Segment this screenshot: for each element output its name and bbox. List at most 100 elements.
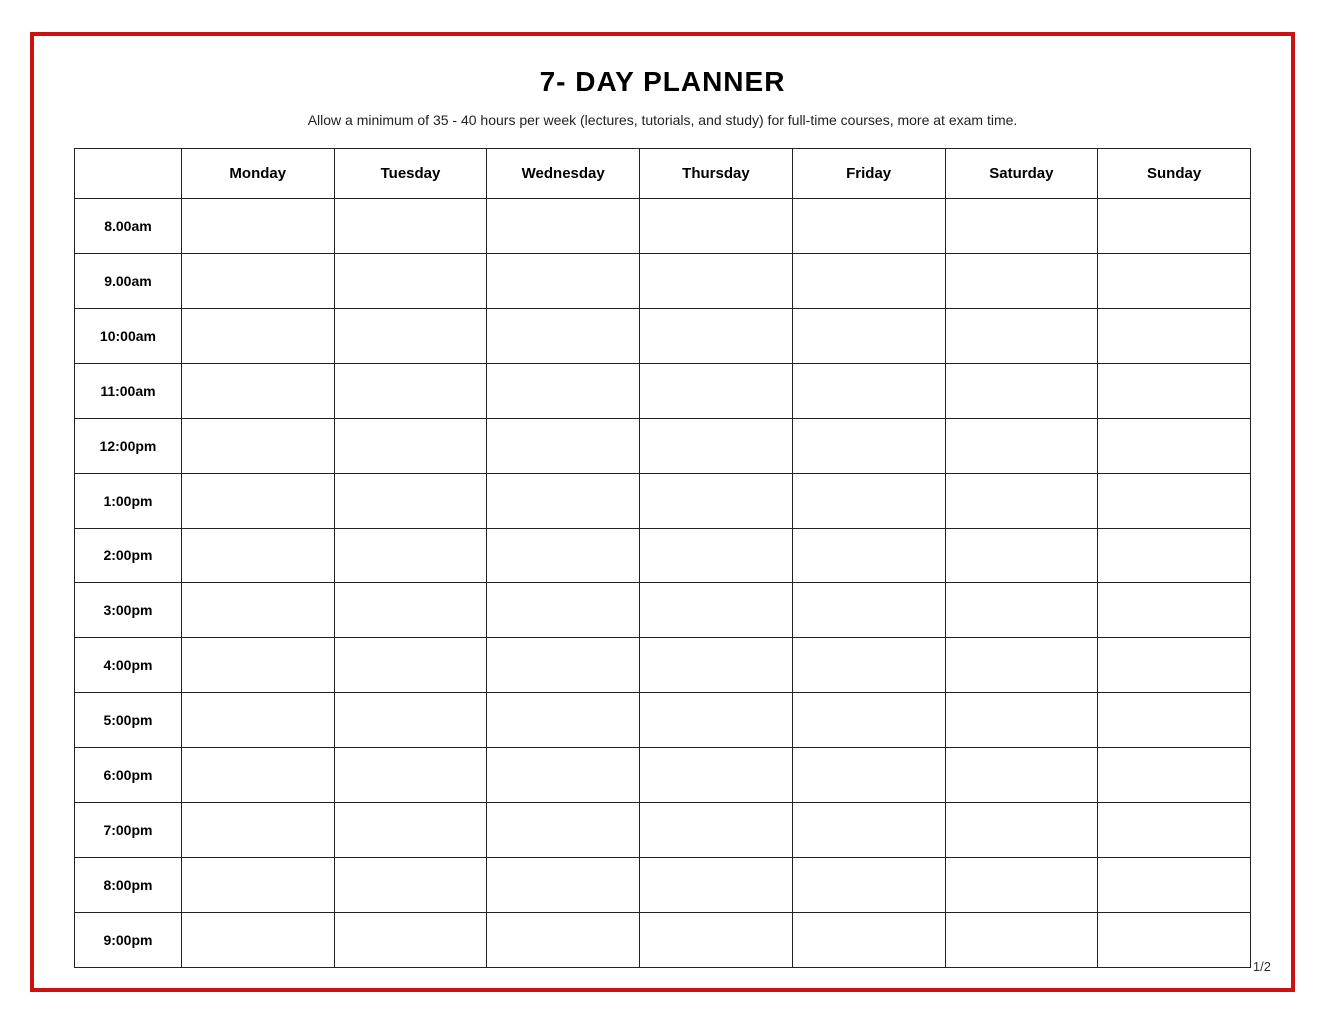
planner-cell[interactable] [334,253,487,308]
planner-cell[interactable] [640,748,793,803]
planner-cell[interactable] [181,858,334,913]
planner-cell[interactable] [487,748,640,803]
planner-cell[interactable] [487,528,640,583]
planner-cell[interactable] [334,363,487,418]
planner-cell[interactable] [945,199,1098,254]
planner-cell[interactable] [640,803,793,858]
planner-cell[interactable] [945,693,1098,748]
planner-cell[interactable] [640,199,793,254]
planner-cell[interactable] [181,693,334,748]
planner-cell[interactable] [334,308,487,363]
planner-cell[interactable] [1098,803,1251,858]
planner-cell[interactable] [945,912,1098,967]
planner-cell[interactable] [945,803,1098,858]
planner-cell[interactable] [1098,418,1251,473]
planner-cell[interactable] [334,638,487,693]
planner-cell[interactable] [945,638,1098,693]
planner-cell[interactable] [487,858,640,913]
planner-cell[interactable] [792,308,945,363]
planner-cell[interactable] [640,858,793,913]
planner-cell[interactable] [640,583,793,638]
planner-cell[interactable] [640,473,793,528]
planner-cell[interactable] [181,253,334,308]
planner-cell[interactable] [334,583,487,638]
planner-cell[interactable] [640,418,793,473]
planner-cell[interactable] [640,528,793,583]
planner-cell[interactable] [334,693,487,748]
planner-cell[interactable] [334,528,487,583]
planner-cell[interactable] [1098,199,1251,254]
planner-cell[interactable] [181,912,334,967]
planner-cell[interactable] [181,418,334,473]
planner-cell[interactable] [487,253,640,308]
planner-cell[interactable] [1098,583,1251,638]
planner-cell[interactable] [792,363,945,418]
planner-cell[interactable] [792,253,945,308]
planner-cell[interactable] [1098,308,1251,363]
planner-cell[interactable] [334,912,487,967]
planner-cell[interactable] [640,308,793,363]
planner-cell[interactable] [792,418,945,473]
planner-cell[interactable] [181,638,334,693]
planner-cell[interactable] [181,583,334,638]
planner-cell[interactable] [334,803,487,858]
planner-cell[interactable] [945,363,1098,418]
header-time [75,149,182,199]
planner-cell[interactable] [945,308,1098,363]
planner-cell[interactable] [334,199,487,254]
planner-cell[interactable] [640,693,793,748]
planner-cell[interactable] [487,693,640,748]
planner-cell[interactable] [792,803,945,858]
planner-cell[interactable] [487,803,640,858]
planner-cell[interactable] [1098,748,1251,803]
planner-cell[interactable] [792,693,945,748]
planner-cell[interactable] [792,912,945,967]
planner-cell[interactable] [640,253,793,308]
planner-cell[interactable] [181,748,334,803]
planner-cell[interactable] [1098,693,1251,748]
planner-cell[interactable] [487,583,640,638]
planner-cell[interactable] [945,528,1098,583]
planner-cell[interactable] [792,199,945,254]
planner-cell[interactable] [1098,528,1251,583]
planner-cell[interactable] [181,363,334,418]
planner-cell[interactable] [945,748,1098,803]
planner-cell[interactable] [792,748,945,803]
planner-cell[interactable] [334,748,487,803]
planner-cell[interactable] [945,418,1098,473]
planner-cell[interactable] [1098,253,1251,308]
planner-cell[interactable] [487,418,640,473]
planner-cell[interactable] [792,473,945,528]
planner-cell[interactable] [792,528,945,583]
planner-cell[interactable] [181,528,334,583]
planner-cell[interactable] [334,473,487,528]
planner-cell[interactable] [1098,363,1251,418]
planner-cell[interactable] [945,858,1098,913]
planner-cell[interactable] [334,858,487,913]
planner-cell[interactable] [487,473,640,528]
planner-cell[interactable] [487,363,640,418]
planner-cell[interactable] [640,912,793,967]
planner-cell[interactable] [181,803,334,858]
planner-cell[interactable] [1098,473,1251,528]
planner-cell[interactable] [792,583,945,638]
planner-cell[interactable] [1098,638,1251,693]
planner-cell[interactable] [792,858,945,913]
planner-cell[interactable] [945,473,1098,528]
planner-cell[interactable] [487,199,640,254]
planner-cell[interactable] [181,199,334,254]
table-row: 9:00pm [75,912,1251,967]
planner-cell[interactable] [945,253,1098,308]
planner-cell[interactable] [181,473,334,528]
planner-cell[interactable] [640,638,793,693]
planner-cell[interactable] [334,418,487,473]
planner-cell[interactable] [1098,912,1251,967]
planner-cell[interactable] [487,912,640,967]
planner-cell[interactable] [945,583,1098,638]
planner-cell[interactable] [487,638,640,693]
planner-cell[interactable] [487,308,640,363]
planner-cell[interactable] [181,308,334,363]
planner-cell[interactable] [1098,858,1251,913]
planner-cell[interactable] [640,363,793,418]
planner-cell[interactable] [792,638,945,693]
